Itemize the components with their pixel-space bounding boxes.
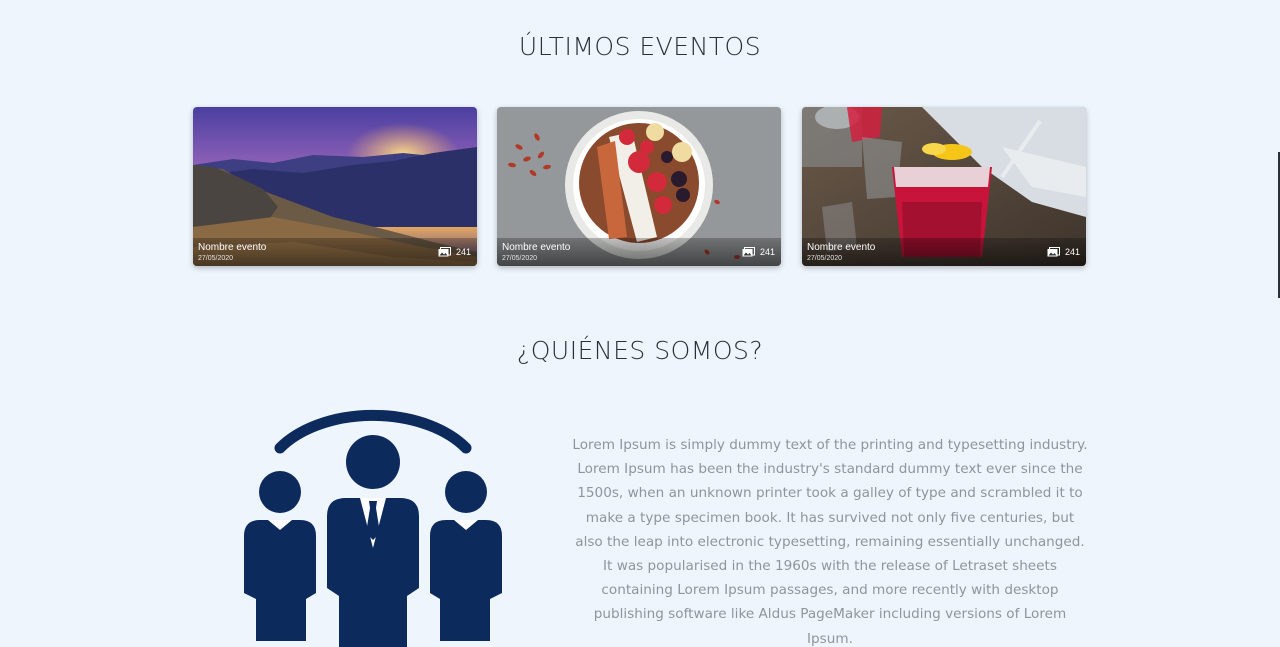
event-name: Nombre evento [502,242,571,253]
event-photo-count-value: 241 [455,247,471,257]
events-section-title: ÚLTIMOS EVENTOS [518,32,762,61]
event-card[interactable]: Nombre evento 27/05/2020 241 [497,107,781,266]
event-card[interactable]: Nombre evento 27/05/2020 241 [802,107,1086,266]
event-name: Nombre evento [807,242,876,253]
event-photo-count: 241 [438,247,471,257]
images-icon [742,247,755,257]
event-date: 27/05/2020 [198,255,234,262]
about-description: Lorem Ipsum is simply dummy text of the … [572,437,1088,647]
event-photo-count: 241 [742,247,775,257]
events-card-list: Nombre evento 27/05/2020 241 Nombre even… [193,107,1087,267]
event-date: 27/05/2020 [807,255,843,262]
images-icon [438,247,451,257]
about-section-title: ¿QUIÉNES SOMOS? [516,336,764,365]
event-photo-count-value: 241 [759,247,775,257]
images-icon [1047,247,1060,257]
event-photo-count: 241 [1047,247,1080,257]
event-card[interactable]: Nombre evento 27/05/2020 241 [193,107,477,266]
event-date: 27/05/2020 [502,255,538,262]
team-people-icon [244,409,502,647]
event-photo-count-value: 241 [1064,247,1080,257]
page: ÚLTIMOS EVENTOS Nombre evento 27/05/2020… [0,0,1280,647]
event-name: Nombre evento [198,242,267,253]
